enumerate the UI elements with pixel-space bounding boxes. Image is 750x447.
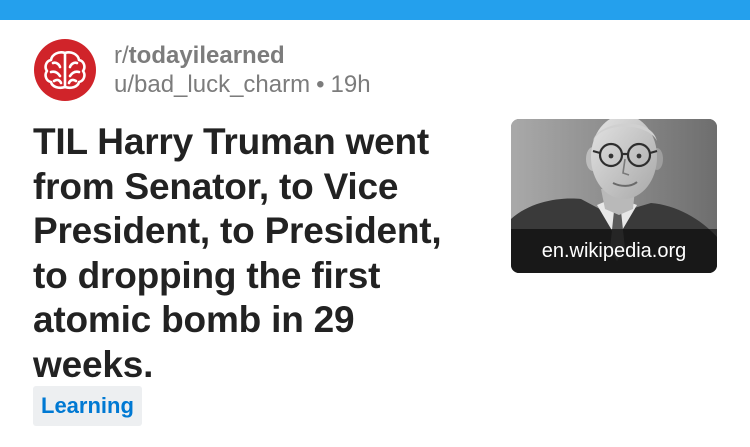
- post-age: 19h: [330, 71, 371, 98]
- subreddit-link[interactable]: r/todayilearned: [114, 41, 371, 70]
- subreddit-name: todayilearned: [128, 42, 285, 69]
- post-meta: r/todayilearned u/bad_luck_charm • 19h: [114, 41, 371, 99]
- thumbnail-domain: en.wikipedia.org: [511, 229, 717, 273]
- brain-icon: [44, 51, 86, 90]
- meta-separator: •: [316, 71, 325, 98]
- author-link[interactable]: u/bad_luck_charm: [114, 71, 310, 98]
- post-title[interactable]: TIL Harry Truman went from Senator, to V…: [33, 120, 483, 388]
- post-thumbnail[interactable]: en.wikipedia.org: [511, 119, 717, 273]
- subreddit-prefix: r/: [114, 42, 129, 69]
- post-header: r/todayilearned u/bad_luck_charm • 19h: [34, 39, 371, 101]
- subreddit-avatar[interactable]: [34, 39, 96, 101]
- byline: u/bad_luck_charm • 19h: [114, 70, 371, 99]
- top-bar: [0, 0, 750, 20]
- post-flair[interactable]: Learning: [33, 386, 142, 426]
